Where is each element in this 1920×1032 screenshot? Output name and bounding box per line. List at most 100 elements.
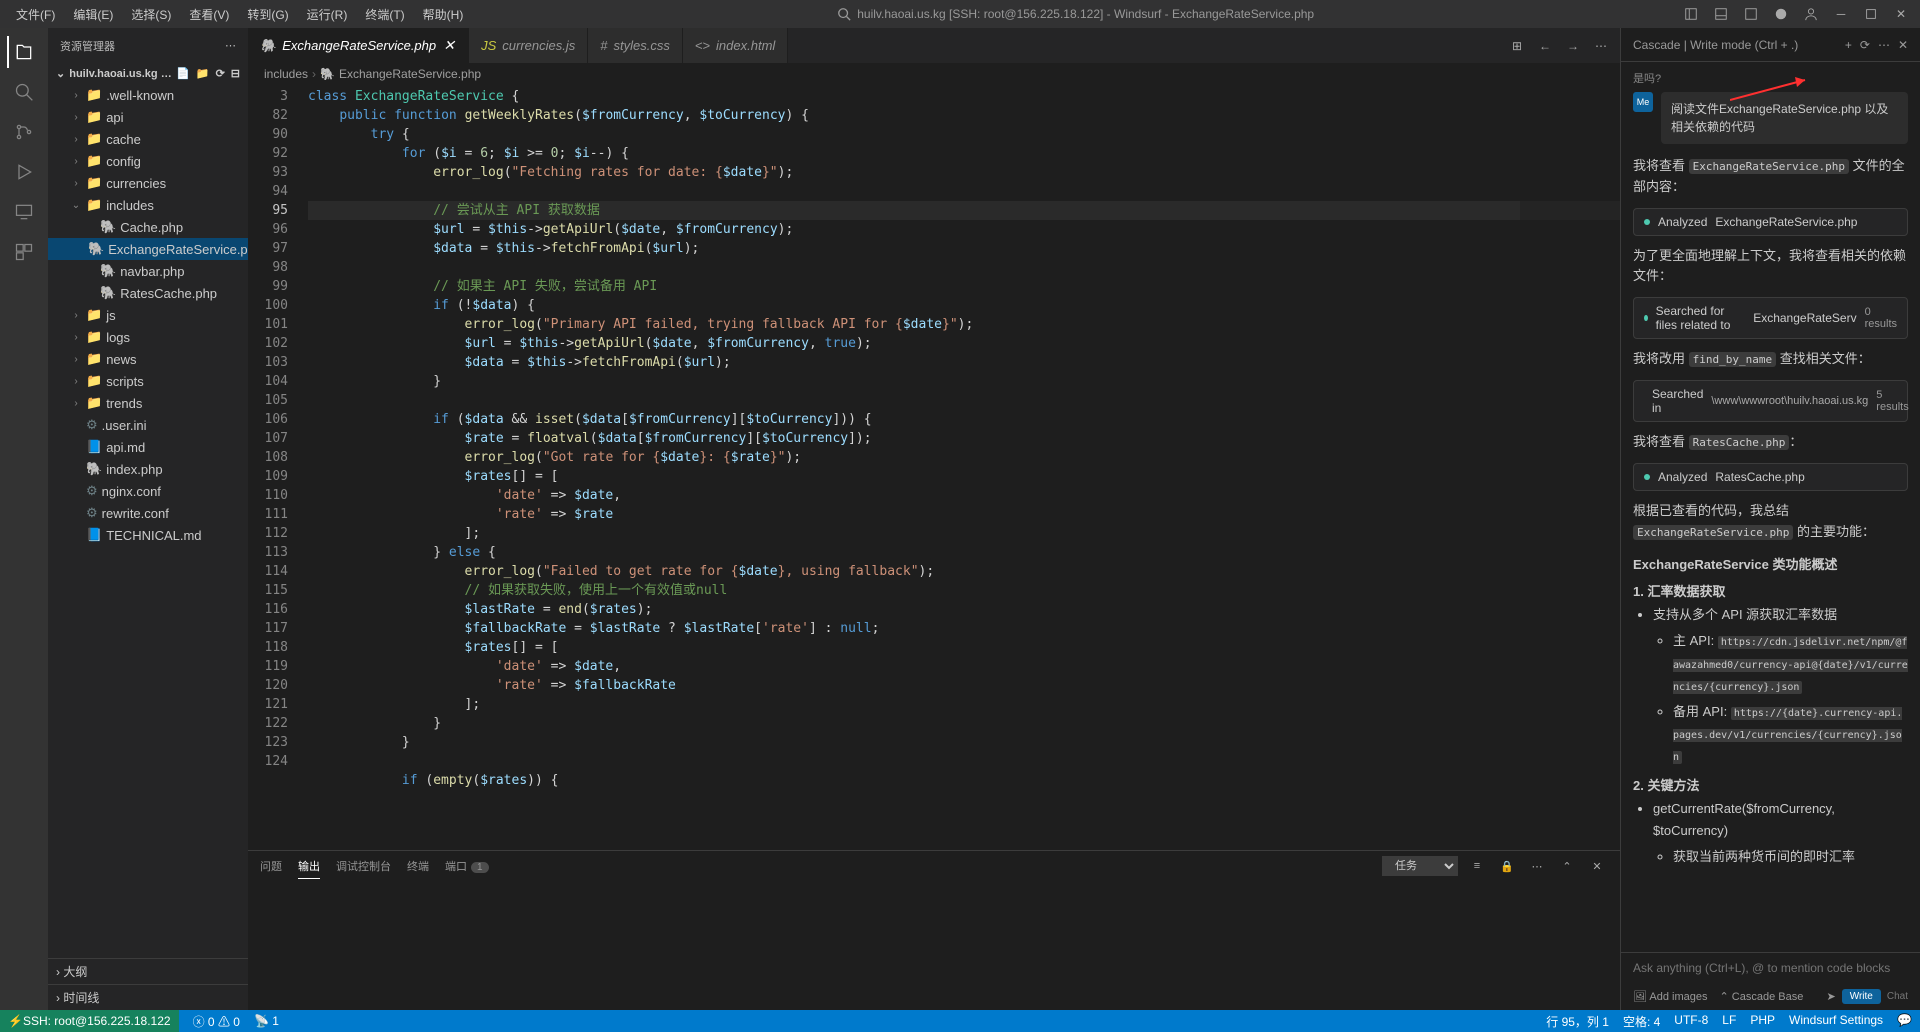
editor-tab[interactable]: 🐘ExchangeRateService.php✕ [248, 28, 469, 63]
response-list-2: getCurrentRate($fromCurrency, $toCurrenc… [1633, 798, 1908, 868]
extensions-icon[interactable] [8, 236, 40, 268]
collapse-icon[interactable]: ⊟ [231, 67, 240, 80]
code-content[interactable]: class ExchangeRateService { public funct… [308, 85, 1620, 850]
indentation[interactable]: 空格: 4 [1623, 1013, 1660, 1030]
menu-item[interactable]: 终端(T) [357, 2, 412, 27]
folder-item[interactable]: ›📁scripts [48, 370, 248, 392]
file-item[interactable]: 📘TECHNICAL.md [48, 524, 248, 546]
more-cascade-icon[interactable]: ⋯ [1878, 38, 1890, 52]
add-images-button[interactable]: 🖼 Add images [1633, 990, 1708, 1003]
panel-icon[interactable] [1710, 3, 1732, 25]
project-header[interactable]: ⌄ huilv.haoai.us.kg [SSH: ro... 📄 📁 ⟳ ⊟ [48, 63, 248, 84]
file-item[interactable]: ⚙nginx.conf [48, 480, 248, 502]
file-item[interactable]: 🐘navbar.php [48, 260, 248, 282]
panel-tab[interactable]: 调试控制台 [336, 854, 391, 878]
timeline-section[interactable]: › 时间线 [48, 984, 248, 1010]
remote-indicator[interactable]: ⚡ SSH: root@156.225.18.122 [0, 1010, 179, 1032]
folder-item[interactable]: ›📁js [48, 304, 248, 326]
cursor-position[interactable]: 行 95，列 1 [1546, 1013, 1609, 1030]
code-editor[interactable]: 3829092939495969798991001011021031041051… [248, 85, 1620, 850]
problems-status[interactable]: ⓧ 0 ⚠ 0 [193, 1013, 240, 1030]
search-activity-icon[interactable] [8, 76, 40, 108]
folder-item[interactable]: ›📁.well-known [48, 84, 248, 106]
more-panel-icon[interactable]: ⋯ [1526, 855, 1548, 877]
encoding[interactable]: UTF-8 [1674, 1013, 1708, 1030]
new-chat-icon[interactable]: + [1845, 38, 1852, 52]
folder-item[interactable]: ›📁currencies [48, 172, 248, 194]
history-icon[interactable]: ⟳ [1860, 38, 1870, 52]
close-cascade-icon[interactable]: ✕ [1898, 38, 1908, 52]
folder-item[interactable]: ›📁cache [48, 128, 248, 150]
feedback-icon[interactable]: 💬 [1897, 1013, 1912, 1030]
layout-icon[interactable] [1680, 3, 1702, 25]
tab-close-icon[interactable]: ✕ [442, 39, 456, 53]
customize-icon[interactable] [1770, 3, 1792, 25]
run-debug-icon[interactable] [8, 156, 40, 188]
file-item[interactable]: 🐘RatesCache.php [48, 282, 248, 304]
next-icon[interactable]: → [1562, 35, 1584, 57]
refresh-icon[interactable]: ⟳ [216, 67, 225, 80]
file-item[interactable]: 🐘index.php [48, 458, 248, 480]
menu-item[interactable]: 选择(S) [123, 2, 179, 27]
send-icon[interactable]: ➤ [1827, 990, 1836, 1003]
file-item[interactable]: 🐘Cache.php [48, 216, 248, 238]
cascade-input[interactable] [1633, 961, 1908, 975]
editor-tab[interactable]: JScurrencies.js [469, 28, 588, 63]
folder-item[interactable]: ›📁api [48, 106, 248, 128]
account-icon[interactable] [1800, 3, 1822, 25]
folder-item[interactable]: ›📁news [48, 348, 248, 370]
action-searched[interactable]: Searched for files related to ExchangeRa… [1633, 297, 1908, 339]
explorer-icon[interactable] [7, 36, 39, 68]
action-searched-in[interactable]: Searched in \www\wwwroot\huilv.haoai.us.… [1633, 380, 1908, 422]
remote-icon[interactable] [8, 196, 40, 228]
action-analyzed-2[interactable]: Analyzed RatesCache.php [1633, 463, 1908, 491]
more-icon[interactable]: ⋯ [225, 39, 236, 52]
close-icon[interactable]: ✕ [1890, 3, 1912, 25]
compare-icon[interactable]: ⊞ [1506, 35, 1528, 57]
maximize-icon[interactable] [1860, 3, 1882, 25]
output-channel-dropdown[interactable]: 任务 [1382, 856, 1458, 876]
grid-icon[interactable] [1740, 3, 1762, 25]
action-analyzed[interactable]: Analyzed ExchangeRateService.php [1633, 208, 1908, 236]
editor-tab[interactable]: #styles.css [588, 28, 683, 63]
prev-icon[interactable]: ← [1534, 35, 1556, 57]
editor-tab[interactable]: <>index.html [683, 28, 788, 63]
menu-item[interactable]: 查看(V) [181, 2, 237, 27]
model-selector[interactable]: ⌃ Cascade Base [1720, 990, 1804, 1003]
file-item[interactable]: ⚙.user.ini [48, 414, 248, 436]
panel-tab[interactable]: 输出 [298, 854, 320, 879]
new-folder-icon[interactable]: 📁 [196, 67, 210, 80]
maximize-panel-icon[interactable]: ⌃ [1556, 855, 1578, 877]
menu-item[interactable]: 运行(R) [299, 2, 356, 27]
menu-item[interactable]: 转到(G) [239, 2, 296, 27]
minimize-icon[interactable]: ─ [1830, 3, 1852, 25]
outline-section[interactable]: › 大纲 [48, 958, 248, 984]
list-icon[interactable]: ≡ [1466, 855, 1488, 877]
menu-item[interactable]: 编辑(E) [65, 2, 121, 27]
menu-item[interactable]: 帮助(H) [415, 2, 472, 27]
chat-mode-button[interactable]: Chat [1887, 991, 1908, 1002]
more-tabs-icon[interactable]: ⋯ [1590, 35, 1612, 57]
ports-status[interactable]: 📡 1 [254, 1014, 279, 1028]
file-item[interactable]: 🐘ExchangeRateService.php [48, 238, 248, 260]
folder-item[interactable]: ›📁config [48, 150, 248, 172]
panel-tab[interactable]: 端口1 [445, 854, 489, 878]
file-item[interactable]: 📘api.md [48, 436, 248, 458]
close-panel-icon[interactable]: ✕ [1586, 855, 1608, 877]
panel-tab[interactable]: 终端 [407, 854, 429, 878]
file-item[interactable]: ⚙rewrite.conf [48, 502, 248, 524]
panel-tab[interactable]: 问题 [260, 854, 282, 878]
folder-item[interactable]: ›📁trends [48, 392, 248, 414]
breadcrumb[interactable]: includes › 🐘 ExchangeRateService.php [248, 63, 1620, 85]
lock-icon[interactable]: 🔒 [1496, 855, 1518, 877]
folder-item[interactable]: ⌄📁includes [48, 194, 248, 216]
windsurf-settings[interactable]: Windsurf Settings [1789, 1013, 1883, 1030]
menu-item[interactable]: 文件(F) [8, 2, 63, 27]
write-mode-button[interactable]: Write [1842, 989, 1881, 1004]
language-mode[interactable]: PHP [1750, 1013, 1775, 1030]
folder-item[interactable]: ›📁logs [48, 326, 248, 348]
eol[interactable]: LF [1722, 1013, 1736, 1030]
new-file-icon[interactable]: 📄 [176, 67, 190, 80]
minimap[interactable] [1520, 85, 1620, 850]
source-control-icon[interactable] [8, 116, 40, 148]
